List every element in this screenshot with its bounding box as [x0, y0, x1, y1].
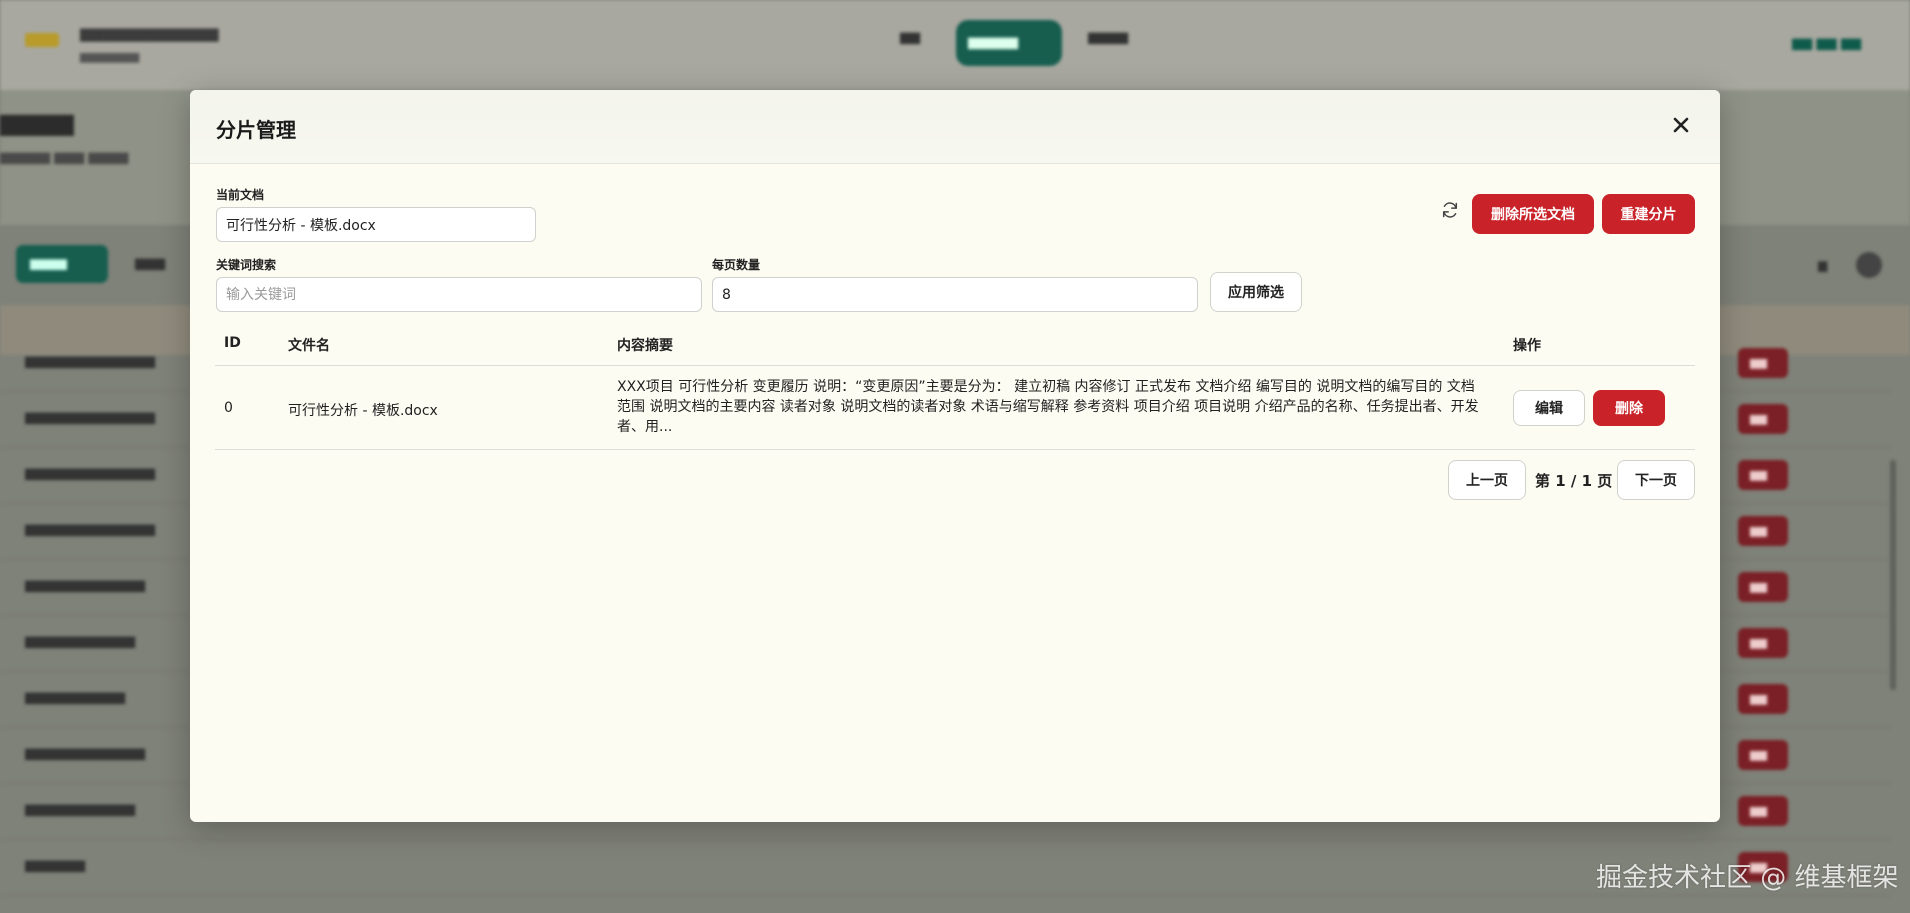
- cell-summary: XXX项目 可行性分析 变更履历 说明：“变更原因”主要是分为： 建立初稿 内容…: [617, 379, 1479, 435]
- current-doc-input[interactable]: [216, 207, 536, 242]
- page-size-input[interactable]: [712, 277, 1198, 312]
- bg-header: [0, 0, 1910, 90]
- bg-right-link: ▆▆ ▆▆ ▆▆: [1792, 36, 1862, 51]
- bg-brand-blurred: ▆▆▆▆▆▆▆▆▆▆▆▆: [80, 24, 219, 42]
- bg-brand-sub-blurred: ▆▆▆▆▆▆▆: [80, 50, 140, 63]
- prev-page-button[interactable]: 上一页: [1448, 460, 1526, 500]
- bg-small-text: ▆: [1818, 258, 1828, 272]
- delete-selected-button[interactable]: 删除所选文档: [1472, 194, 1594, 234]
- bg-scrollbar: [1890, 460, 1896, 690]
- delete-chunk-button[interactable]: 删除: [1593, 390, 1665, 426]
- next-page-button[interactable]: 下一页: [1617, 460, 1695, 500]
- edit-chunk-button[interactable]: 编辑: [1513, 390, 1585, 426]
- close-button[interactable]: [1666, 110, 1696, 140]
- refresh-icon: [1442, 202, 1458, 218]
- modal-header: 分片管理: [190, 90, 1720, 164]
- bg-page-desc: ▆▆▆▆▆ ▆▆▆ ▆▆▆▆: [0, 150, 129, 165]
- keyword-label: 关键词搜索: [216, 258, 277, 272]
- page-info: 第 1 / 1 页: [1535, 472, 1613, 490]
- bg-plain-button: ▆▆▆: [135, 256, 165, 271]
- table-header-id: ID: [224, 335, 241, 351]
- watermark: 掘金技术社区 @ 维基框架: [1596, 863, 1899, 893]
- bg-logo: [25, 33, 59, 47]
- modal-title: 分片管理: [216, 118, 296, 142]
- close-icon: [1673, 117, 1689, 133]
- bg-nav-item: ▆▆: [900, 30, 920, 45]
- table-header-divider: [215, 365, 1695, 366]
- apply-filter-button[interactable]: 应用筛选: [1210, 272, 1302, 312]
- bg-gear-icon: [1856, 252, 1882, 278]
- table-header-filename: 文件名: [288, 338, 330, 354]
- table-row-divider: [215, 449, 1695, 450]
- bg-nav-item-active: ▆▆▆▆▆: [956, 20, 1062, 66]
- page-size-label: 每页数量: [712, 258, 761, 272]
- keyword-search-input[interactable]: [216, 277, 702, 312]
- current-doc-label: 当前文档: [216, 188, 265, 202]
- chunk-management-modal: 分片管理 当前文档 删除所选文档 重建分片 关键词搜索 每页数量 应用筛选 ID…: [190, 90, 1720, 822]
- cell-filename: 可行性分析 - 模板.docx: [288, 403, 438, 419]
- bg-primary-button: ▆▆▆▆: [16, 245, 108, 283]
- table-header-summary: 内容摘要: [617, 338, 673, 354]
- bg-page-title: ▆▆▆▆: [0, 108, 74, 136]
- table-header-actions: 操作: [1513, 338, 1541, 354]
- rebuild-chunks-button[interactable]: 重建分片: [1602, 194, 1695, 234]
- cell-id: 0: [224, 400, 233, 416]
- bg-nav-item: ▆▆▆▆: [1088, 30, 1128, 45]
- refresh-button[interactable]: [1436, 196, 1464, 224]
